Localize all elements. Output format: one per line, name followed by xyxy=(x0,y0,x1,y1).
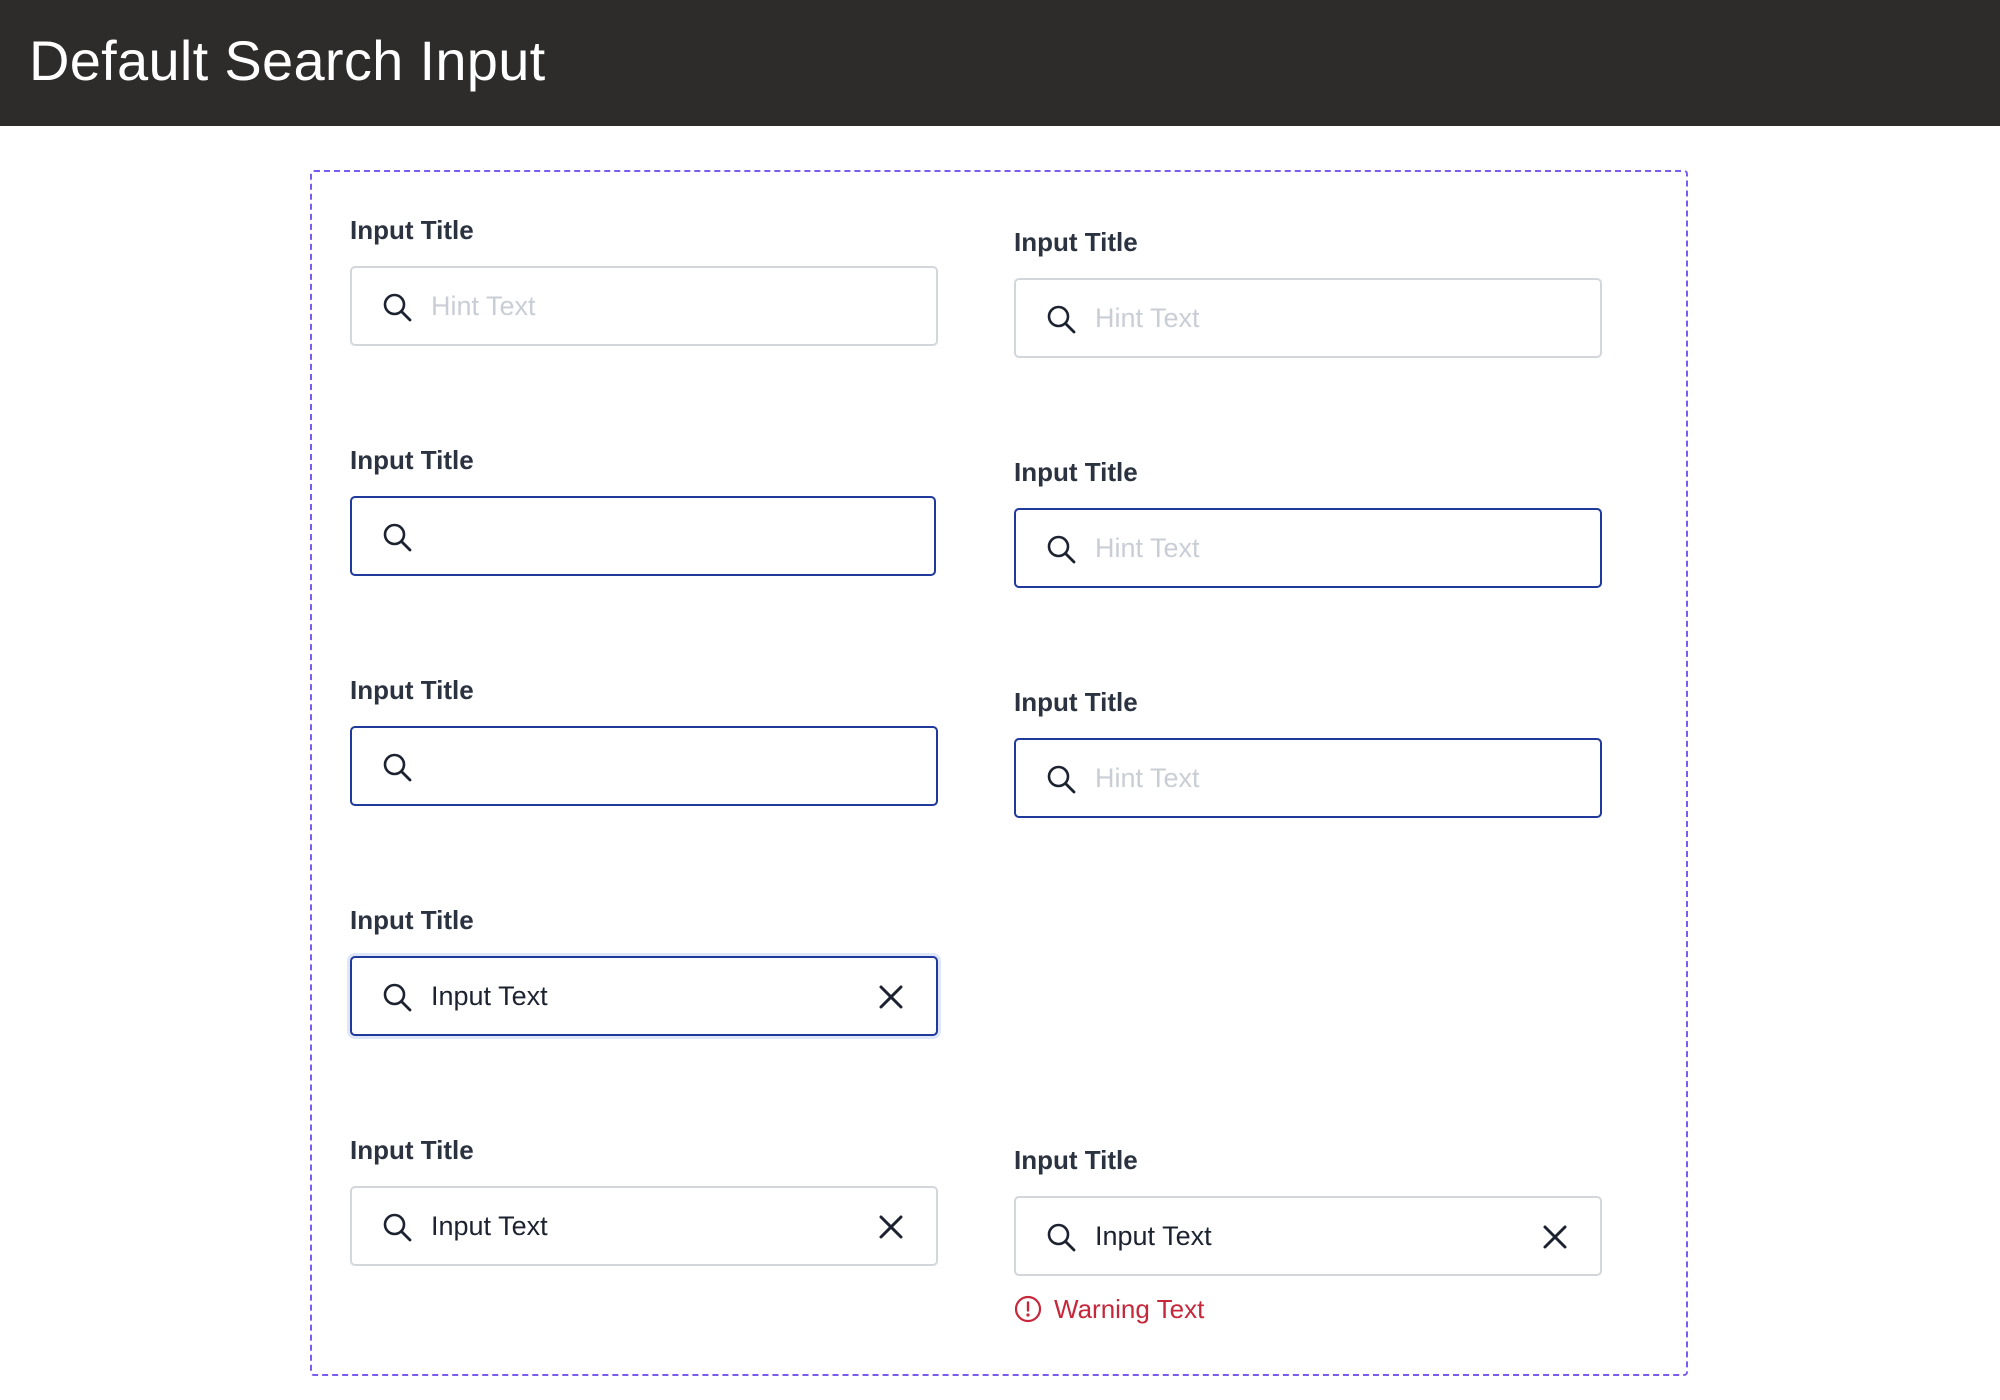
page-header: Default Search Input xyxy=(0,0,2000,126)
search-icon xyxy=(1047,765,1076,794)
field-label: Input Title xyxy=(350,905,474,935)
search-input[interactable] xyxy=(350,496,936,576)
field-label: Input Title xyxy=(350,215,474,245)
search-input[interactable]: Hint Text xyxy=(1014,738,1602,818)
page-title: Default Search Input xyxy=(29,29,546,92)
search-icon xyxy=(1047,305,1076,334)
close-icon[interactable] xyxy=(876,1212,906,1242)
field-label: Input Title xyxy=(1014,1145,1138,1175)
search-input[interactable]: Input Text xyxy=(1014,1196,1602,1276)
search-field-active: Input Title Hint Text xyxy=(1014,456,1602,588)
search-icon xyxy=(1047,535,1076,564)
search-input[interactable]: Input Text xyxy=(350,956,938,1036)
search-icon xyxy=(383,753,412,782)
search-placeholder: Hint Text xyxy=(1095,763,1200,793)
search-icon xyxy=(1047,1223,1076,1252)
search-field-filled: Input Title Input Text xyxy=(350,1134,938,1266)
search-input[interactable]: Input Text xyxy=(350,1186,938,1266)
warning-message: Warning Text xyxy=(1014,1292,1204,1326)
search-value: Input Text xyxy=(431,1211,548,1241)
component-frame: Input Title Hint Text Input Title Hint T… xyxy=(310,170,1688,1376)
alert-circle-icon xyxy=(1014,1295,1042,1323)
search-placeholder: Hint Text xyxy=(431,291,536,321)
search-field-warning: Input Title Input Text Warning Text xyxy=(1014,1144,1602,1324)
close-icon[interactable] xyxy=(876,982,906,1012)
field-label: Input Title xyxy=(350,1135,474,1165)
search-icon xyxy=(383,1213,412,1242)
search-placeholder: Hint Text xyxy=(1095,533,1200,563)
warning-text: Warning Text xyxy=(1054,1293,1205,1324)
search-input[interactable]: Hint Text xyxy=(350,266,938,346)
field-label: Input Title xyxy=(1014,227,1138,257)
search-field-active: Input Title xyxy=(350,444,938,576)
field-label: Input Title xyxy=(1014,687,1138,717)
search-input[interactable] xyxy=(350,726,938,806)
search-value: Input Text xyxy=(431,981,548,1011)
search-value: Input Text xyxy=(1095,1221,1212,1251)
field-label: Input Title xyxy=(350,445,474,475)
search-input[interactable]: Hint Text xyxy=(1014,278,1602,358)
search-field-focused: Input Title Input Text xyxy=(350,904,938,1036)
search-field-active: Input Title xyxy=(350,674,938,806)
field-label: Input Title xyxy=(1014,457,1138,487)
close-icon[interactable] xyxy=(1540,1222,1570,1252)
search-icon xyxy=(383,523,412,552)
search-field-default: Input Title Hint Text xyxy=(1014,226,1602,358)
search-field-active: Input Title Hint Text xyxy=(1014,686,1602,818)
search-input[interactable]: Hint Text xyxy=(1014,508,1602,588)
search-placeholder: Hint Text xyxy=(1095,303,1200,333)
search-field-default: Input Title Hint Text xyxy=(350,214,938,346)
field-label: Input Title xyxy=(350,675,474,705)
search-icon xyxy=(383,293,412,322)
search-icon xyxy=(383,983,412,1012)
